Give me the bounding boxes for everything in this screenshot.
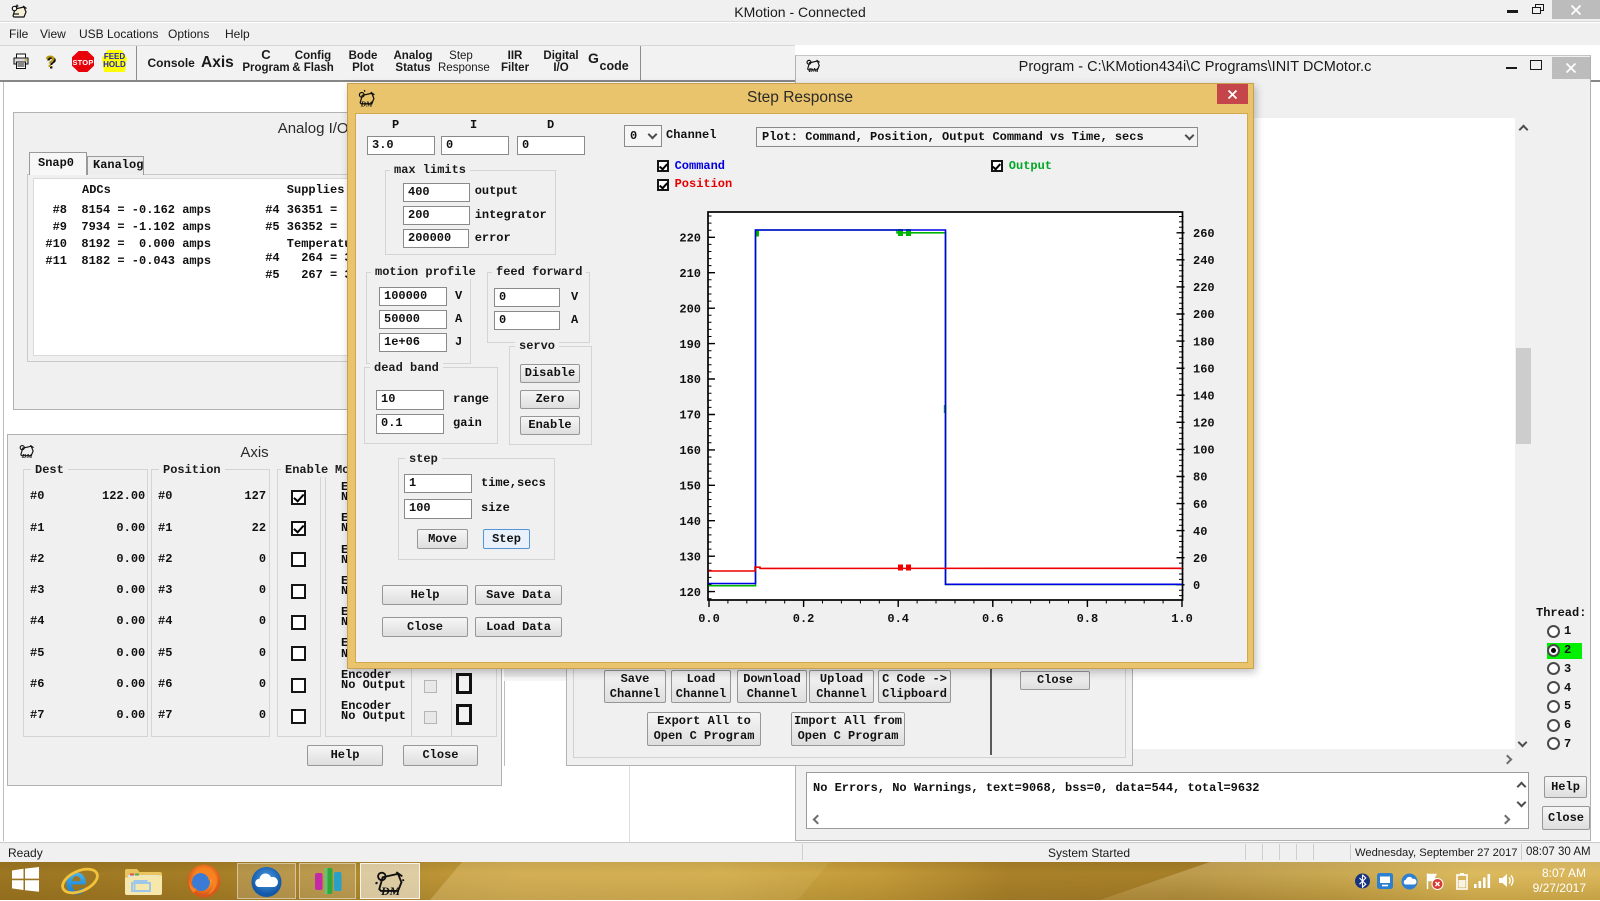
svg-text:180: 180 [680, 373, 701, 387]
svg-text:1.0: 1.0 [1171, 612, 1193, 625]
svg-text:20: 20 [1193, 552, 1207, 566]
svg-text:170: 170 [680, 409, 701, 423]
svg-text:0.0: 0.0 [698, 612, 720, 625]
svg-text:0.4: 0.4 [887, 612, 909, 625]
svg-text:0.8: 0.8 [1077, 612, 1099, 625]
svg-text:80: 80 [1193, 471, 1207, 485]
svg-text:140: 140 [680, 515, 701, 529]
svg-text:0.2: 0.2 [793, 612, 815, 625]
svg-text:0: 0 [1193, 579, 1200, 593]
svg-text:120: 120 [1193, 417, 1215, 431]
svg-text:160: 160 [680, 444, 701, 458]
svg-text:100: 100 [1193, 444, 1215, 458]
svg-text:190: 190 [680, 338, 701, 352]
svg-text:120: 120 [680, 586, 701, 600]
svg-text:200: 200 [1193, 308, 1215, 322]
svg-text:DM: DM [360, 99, 373, 108]
svg-text:60: 60 [1193, 498, 1207, 512]
svg-text:e: e [65, 861, 87, 901]
svg-text:150: 150 [680, 480, 701, 494]
svg-text:260: 260 [1193, 227, 1215, 241]
svg-text:210: 210 [680, 267, 701, 281]
svg-text:130: 130 [680, 550, 701, 564]
svg-text:220: 220 [680, 232, 701, 246]
svg-text:40: 40 [1193, 525, 1207, 539]
svg-text:180: 180 [1193, 335, 1215, 349]
svg-text:0.6: 0.6 [982, 612, 1004, 625]
svg-text:DM: DM [380, 884, 401, 896]
svg-text:200: 200 [680, 302, 701, 316]
svg-text:DM: DM [808, 67, 819, 73]
svg-text:240: 240 [1193, 254, 1215, 268]
svg-text:160: 160 [1193, 362, 1215, 376]
svg-text:140: 140 [1193, 390, 1215, 404]
svg-text:220: 220 [1193, 281, 1215, 295]
